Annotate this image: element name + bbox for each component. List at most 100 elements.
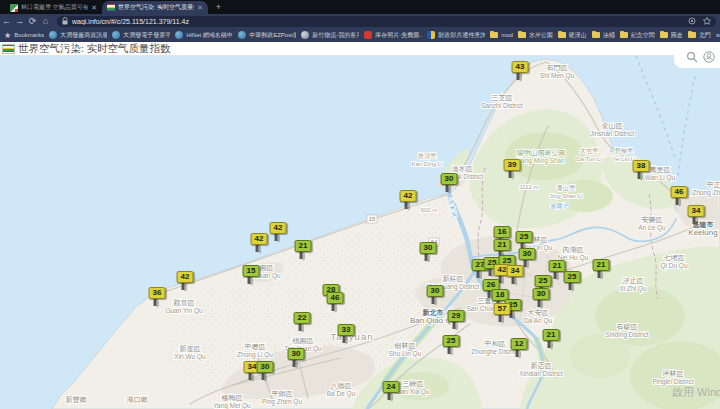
aqi-marker[interactable]: 30 [533,288,550,300]
aqi-marker[interactable]: 29 [448,310,465,322]
aqi-marker[interactable]: 30 [288,348,305,360]
tab-close-icon[interactable]: ✕ [197,4,203,12]
aqi-marker[interactable]: 12 [511,338,528,350]
search-icon[interactable] [686,51,698,63]
site-permission-icon[interactable] [688,17,696,25]
url-text: waqi.info/cn/#/c/25.115/121.379/11.4z [72,18,688,25]
user-icon[interactable] [703,51,715,63]
folder-icon [592,31,600,39]
map-label: 楊梅區 [222,394,243,402]
activate-windows-watermark: 啟用 Windows [672,386,720,398]
aqi-marker[interactable]: 30 [441,173,458,185]
bookmark-item[interactable]: 財政部共通性查詢... [427,31,485,40]
aqi-marker[interactable]: 36 [149,287,166,299]
folder-icon [518,31,526,39]
aqi-marker[interactable]: 46 [671,186,688,198]
aqi-marker[interactable]: 16 [494,226,511,238]
aqi-marker[interactable]: 42 [251,233,268,245]
aqi-marker[interactable]: 25 [564,271,581,283]
aqi-marker[interactable]: 34 [688,205,705,217]
aqi-marker[interactable]: 33 [338,324,355,336]
map-label: 汐止區 [623,277,644,284]
folder-icon [558,31,566,39]
bookmark-item[interactable]: 新竹物流-我的客戶... [301,31,359,40]
bookmark-item[interactable]: 庫存照片·免費圖... [364,31,422,40]
aqi-marker[interactable]: 15 [243,265,260,277]
aqi-marker[interactable]: 34 [507,265,524,277]
aqi-marker[interactable]: 21 [494,239,511,251]
bookmark-folder[interactable]: 油桶 [592,31,615,40]
map-label: Shiding District [605,331,649,339]
aqi-marker[interactable]: 38 [633,160,650,172]
back-button[interactable]: ← [0,14,13,28]
aqi-marker[interactable]: 21 [295,240,312,252]
bookmark-item[interactable]: 中華郵政EZPost服... [238,31,296,40]
aqi-marker[interactable]: 42 [270,222,287,234]
map-label: 觀音區 [174,299,195,307]
aqi-marker[interactable]: 25 [443,335,460,347]
aqi-marker[interactable]: 21 [593,259,610,271]
map-label: 陽明山國家公園 [517,149,566,157]
map-label: 安樂區 [642,216,663,223]
new-tab-button[interactable]: + [214,3,223,12]
bookmark-item[interactable]: HiNet 網域名稱申... [175,31,233,40]
aqi-marker[interactable]: 30 [420,242,437,254]
forward-button[interactable]: → [13,14,26,28]
address-bar[interactable]: waqi.info/cn/#/c/25.115/121.379/11.4z [57,16,716,27]
map-label: 大安區 [528,309,549,316]
bookmark-folder[interactable]: 北門 [688,31,711,40]
bookmarks-bar: ★ Bookmarks 大潤發廠商資訊服... 大潤發電子發票平... HiNet … [0,28,720,42]
aqi-marker[interactable]: 30 [427,285,444,297]
aqi-marker[interactable]: 46 [327,292,344,304]
aqi-marker[interactable]: 42 [400,190,417,202]
reload-button[interactable]: ⟳ [26,14,39,28]
aqi-marker[interactable]: 22 [294,312,311,324]
map-label: 大屯里 [580,147,599,154]
map-label: 石碇區 [617,323,638,331]
globe-icon [238,31,246,39]
aqi-marker[interactable]: 30 [257,361,274,373]
map-label: 桃園區 [293,337,314,345]
bookmark-item[interactable]: 大潤發電子發票平... [112,31,170,40]
map-label: 坪林區 [662,370,684,377]
map-label: Ping Zhen Qu [262,398,302,406]
map-label: 崁頂里 [417,153,437,160]
waqi-flag-favicon [107,4,115,12]
aqi-marker[interactable]: 25 [535,275,552,287]
aqi-marker[interactable]: 24 [383,381,400,393]
home-button[interactable]: ⌂ [39,14,52,28]
map-label: 602 m [421,207,438,213]
tab-waqi[interactable]: 世界空气污染: 实时空气质量指数 ✕ [102,1,208,14]
basemap: 石門區Shi Men Qu三芝區Sanzhi District金山區Jinsha… [0,56,720,409]
bookmark-folder[interactable]: 紀念空間 [620,31,655,40]
aqi-marker[interactable]: 42 [177,271,194,283]
aqi-marker[interactable]: 39 [504,159,521,171]
map-label: Ba De Qu [327,390,356,398]
aqi-marker[interactable]: 21 [543,329,560,341]
map-label: 新豐鄉 [66,395,87,404]
bookmarks-overflow-chevron[interactable]: » [716,31,720,40]
bookmark-folder[interactable]: 圓倉 [660,31,683,40]
bookmark-folder[interactable]: 水岸公園 [518,31,553,40]
bookmarks-list: 大潤發廠商資訊服... 大潤發電子發票平... HiNet 網域名稱申... 中華郵政… [49,31,716,40]
map-label: Qi Du Qu [660,262,687,270]
folder-icon [688,31,696,39]
map-label: Da An Qu [524,317,553,325]
map-label: 野柳里 [615,148,634,154]
bookmark-folder[interactable]: 硬漢山 [558,31,587,40]
aqi-marker[interactable]: 25 [516,231,533,243]
tab-linkou-air[interactable]: 林口電廠里 空氣品質可有改善 (3 ✕ [5,1,102,14]
map-label: Da Tun Li [576,156,602,162]
tab-title: 林口電廠里 空氣品質可有改善 (3 [21,3,88,12]
folder-icon [660,31,668,39]
bookmark-star-icon[interactable] [703,17,711,25]
aqi-marker[interactable]: 57 [494,303,511,315]
bookmark-folder[interactable]: mod [490,31,513,39]
bookmark-item[interactable]: 大潤發廠商資訊服... [49,31,107,40]
aqi-marker[interactable]: 30 [519,248,536,260]
map-label: Kan Ding Li [411,161,442,167]
air-quality-map[interactable]: 石門區Shi Men Qu三芝區Sanzhi District金山區Jinsha… [0,56,720,409]
tab-close-icon[interactable]: ✕ [91,4,97,12]
aqi-marker[interactable]: 43 [512,61,529,73]
bookmarks-root[interactable]: ★ Bookmarks [4,31,44,40]
